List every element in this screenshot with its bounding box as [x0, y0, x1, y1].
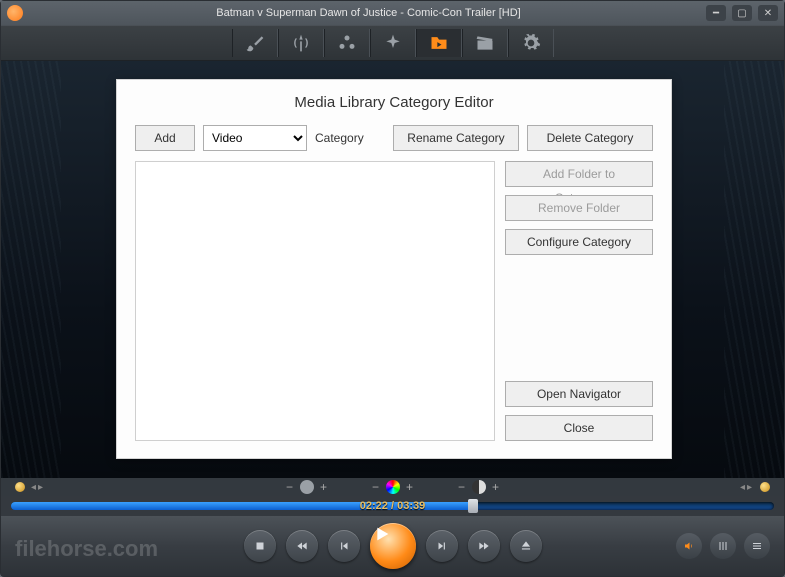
- prev-icon: [337, 539, 351, 553]
- speaker-icon: [683, 540, 695, 552]
- maximize-button[interactable]: ▢: [732, 5, 752, 21]
- eject-icon: [519, 539, 533, 553]
- saturation-group: − +: [370, 480, 416, 494]
- settings-tool-button[interactable]: [508, 29, 554, 57]
- configure-category-button[interactable]: Configure Category: [505, 229, 653, 255]
- add-button[interactable]: Add: [135, 125, 195, 151]
- brightness-icon: [300, 480, 314, 494]
- prev-button[interactable]: [328, 530, 360, 562]
- dialog-heading: Media Library Category Editor: [135, 94, 653, 111]
- seek-thumb[interactable]: [468, 499, 478, 513]
- enhance-tool-button[interactable]: [370, 29, 416, 57]
- app-icon: [7, 5, 23, 21]
- gear-icon: [521, 33, 541, 53]
- hue-knob-left[interactable]: [15, 482, 25, 492]
- category-editor-dialog: Media Library Category Editor Add Video …: [116, 79, 672, 459]
- brightness-plus[interactable]: +: [318, 481, 330, 493]
- minimize-button[interactable]: ━: [706, 5, 726, 21]
- contrast-icon: [472, 480, 486, 494]
- transport-bar: filehorse.com: [1, 516, 784, 576]
- ffwd-icon: [477, 539, 491, 553]
- time-display: 02:22 / 03:39: [360, 500, 425, 512]
- hue-wheel-icon: [386, 480, 400, 494]
- brush-icon: [245, 33, 265, 53]
- adjustment-bar: ◂▸ − + − + − + ◂▸: [1, 478, 784, 496]
- pan-arrows-right[interactable]: ◂▸: [740, 482, 754, 493]
- category-select[interactable]: Video: [203, 125, 307, 151]
- folder-play-icon: [429, 33, 449, 53]
- antenna-icon: [291, 33, 311, 53]
- fastfwd-button[interactable]: [468, 530, 500, 562]
- next-icon: [435, 539, 449, 553]
- seek-bar-row: 02:22 / 03:39: [1, 496, 784, 516]
- play-icon: [370, 523, 392, 545]
- rewind-icon: [295, 539, 309, 553]
- playlist-button[interactable]: [744, 533, 770, 559]
- video-stage: Media Library Category Editor Add Video …: [1, 61, 784, 478]
- rename-category-button[interactable]: Rename Category: [393, 125, 519, 151]
- stop-button[interactable]: [244, 530, 276, 562]
- close-window-button[interactable]: ✕: [758, 5, 778, 21]
- pan-arrows-left[interactable]: ◂▸: [31, 482, 45, 493]
- brush-tool-button[interactable]: [232, 29, 278, 57]
- equalizer-button[interactable]: [710, 533, 736, 559]
- saturation-minus[interactable]: −: [370, 481, 382, 493]
- contrast-group: − +: [456, 480, 502, 494]
- brightness-group: − +: [284, 480, 330, 494]
- nodes-icon: [337, 33, 357, 53]
- hue-knob-right[interactable]: [760, 482, 770, 492]
- nodes-tool-button[interactable]: [324, 29, 370, 57]
- title-bar: Batman v Superman Dawn of Justice - Comi…: [1, 1, 784, 25]
- equalizer-icon: [717, 540, 729, 552]
- open-navigator-button[interactable]: Open Navigator: [505, 381, 653, 407]
- volume-button[interactable]: [676, 533, 702, 559]
- clapper-icon: [475, 33, 495, 53]
- next-button[interactable]: [426, 530, 458, 562]
- list-icon: [751, 540, 763, 552]
- contrast-plus[interactable]: +: [490, 481, 502, 493]
- remove-folder-button[interactable]: Remove Folder: [505, 195, 653, 221]
- window-title: Batman v Superman Dawn of Justice - Comi…: [31, 7, 706, 19]
- main-toolbar: [1, 25, 784, 61]
- eject-button[interactable]: [510, 530, 542, 562]
- brightness-minus[interactable]: −: [284, 481, 296, 493]
- category-label: Category: [315, 131, 364, 145]
- contrast-minus[interactable]: −: [456, 481, 468, 493]
- sparkle-icon: [383, 33, 403, 53]
- library-tool-button[interactable]: [416, 29, 462, 57]
- broadcast-tool-button[interactable]: [278, 29, 324, 57]
- saturation-plus[interactable]: +: [404, 481, 416, 493]
- play-button[interactable]: [370, 523, 416, 569]
- clapper-tool-button[interactable]: [462, 29, 508, 57]
- watermark-text: filehorse.com: [15, 536, 158, 562]
- delete-category-button[interactable]: Delete Category: [527, 125, 653, 151]
- add-folder-button[interactable]: Add Folder to Category: [505, 161, 653, 187]
- close-dialog-button[interactable]: Close: [505, 415, 653, 441]
- rewind-button[interactable]: [286, 530, 318, 562]
- stop-icon: [253, 539, 267, 553]
- folder-list[interactable]: [135, 161, 495, 441]
